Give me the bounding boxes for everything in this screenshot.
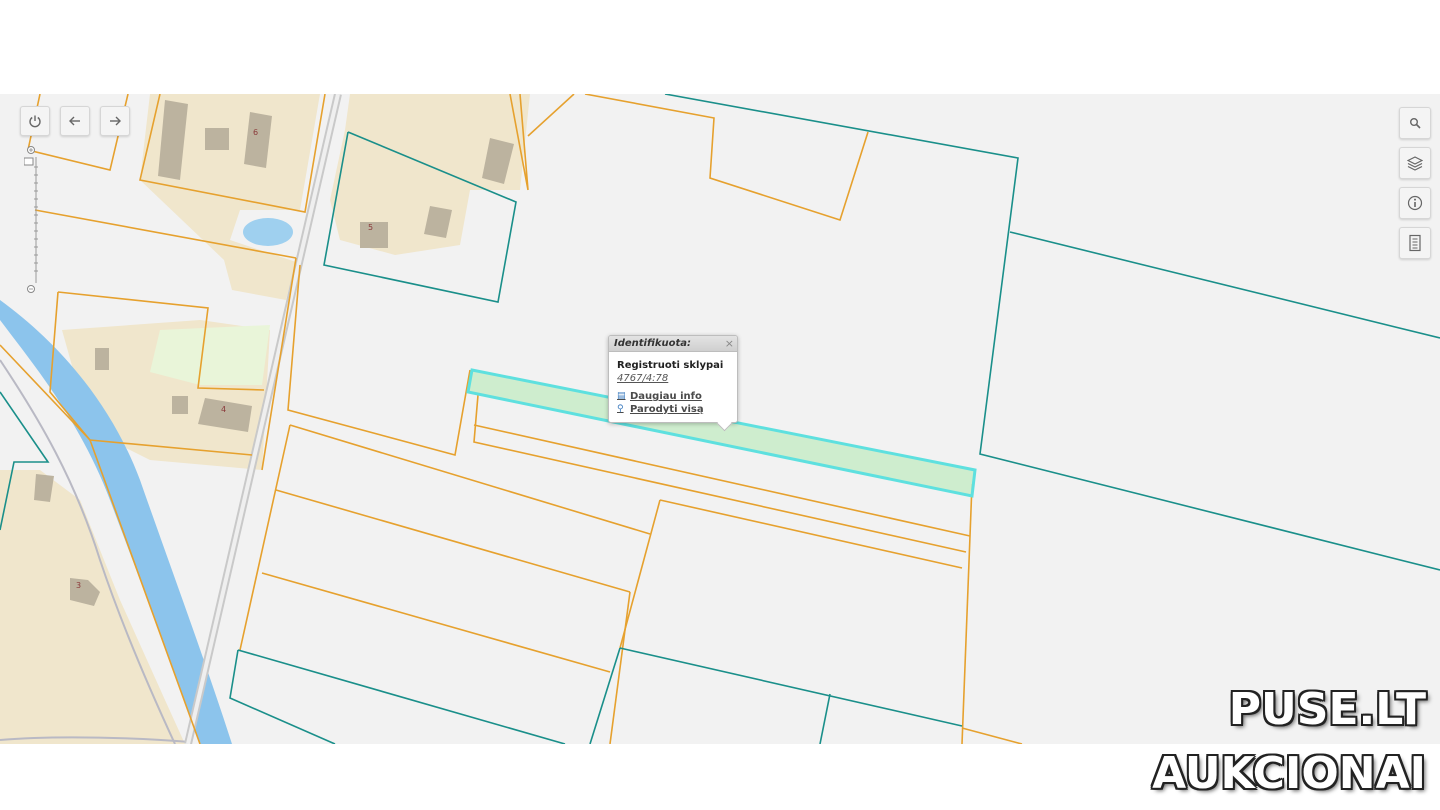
popup-title: Identifikuota:: [614, 338, 692, 349]
power-button[interactable]: [20, 106, 50, 136]
identify-popup: Identifikuota: × Registruoti sklypai 476…: [608, 335, 738, 432]
house-number-6: 6: [253, 128, 258, 137]
pond: [243, 218, 293, 246]
magnifier-icon: ⚲: [617, 404, 624, 414]
house-number-4: 4: [221, 405, 226, 414]
document-icon: ▤: [617, 391, 626, 401]
legend-icon: [1409, 234, 1421, 252]
back-button[interactable]: [60, 106, 90, 136]
arrow-right-icon: [110, 116, 121, 126]
watermark-line2: AUKCIONAI: [1152, 748, 1426, 799]
search-button[interactable]: [1399, 107, 1431, 139]
layers-icon: [1407, 156, 1423, 171]
house-number-3: 3: [76, 581, 81, 590]
show-all-link[interactable]: ⚲ Parodyti visą: [617, 403, 737, 416]
watermark-line1: PUSE.LT: [1228, 684, 1426, 735]
more-info-label: Daugiau info: [630, 391, 702, 402]
arrow-left-icon: [69, 116, 80, 126]
close-icon[interactable]: ×: [725, 336, 734, 351]
green-area: [150, 325, 270, 385]
more-info-link[interactable]: ▤ Daugiau info: [617, 390, 737, 403]
power-icon: [29, 115, 41, 128]
popup-layer-name: Registruoti sklypai: [617, 360, 724, 371]
zoom-handle: [23, 157, 34, 166]
forward-button[interactable]: [100, 106, 130, 136]
zoom-slider[interactable]: [23, 145, 38, 295]
house-number-5: 5: [368, 223, 373, 232]
info-button[interactable]: [1399, 187, 1431, 219]
popup-header: Identifikuota: ×: [609, 336, 737, 352]
show-all-label: Parodyti visą: [630, 404, 704, 415]
search-icon: [1410, 118, 1421, 129]
parcel-id-link[interactable]: 4767/4:78: [617, 373, 737, 384]
legend-button[interactable]: [1399, 227, 1431, 259]
layers-button[interactable]: [1399, 147, 1431, 179]
info-icon: [1407, 195, 1423, 211]
